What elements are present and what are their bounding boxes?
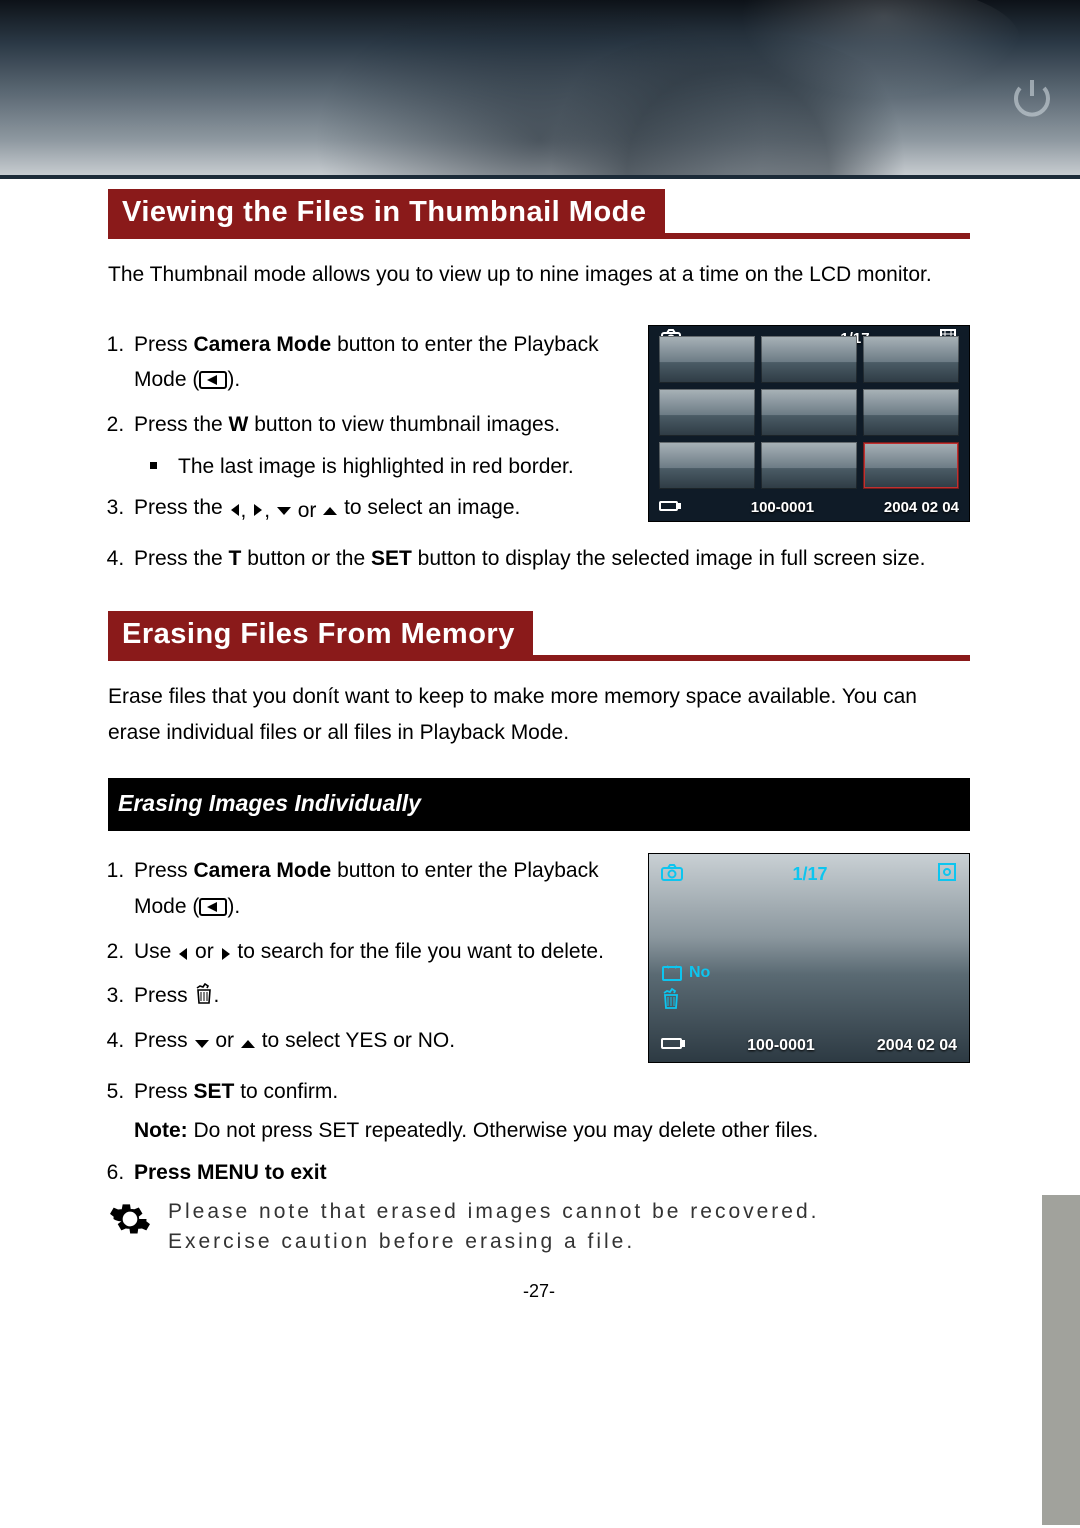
section-title: Erasing Files From Memory bbox=[108, 611, 533, 661]
arrow-right-icon bbox=[220, 937, 232, 973]
lcd-file-number: 100-0001 bbox=[751, 500, 814, 515]
step-1: Press Camera Mode button to enter the Pl… bbox=[130, 853, 612, 927]
lcd-date: 2004 02 04 bbox=[877, 1038, 957, 1054]
arrow-down-icon bbox=[276, 505, 292, 517]
selected-thumbnail bbox=[863, 442, 959, 489]
arrow-up-icon bbox=[240, 1026, 256, 1062]
caution-line1: Please note that erased images cannot be… bbox=[168, 1197, 819, 1227]
page-number: -27- bbox=[108, 1276, 970, 1307]
section-intro: The Thumbnail mode allows you to view up… bbox=[108, 257, 970, 293]
section-title: Viewing the Files in Thumbnail Mode bbox=[108, 189, 665, 239]
step-2: Press the W button to view thumbnail ima… bbox=[130, 407, 612, 484]
page: Viewing the Files in Thumbnail Mode The … bbox=[0, 0, 1080, 1306]
resolution-icon bbox=[937, 862, 957, 885]
gear-icon bbox=[108, 1197, 152, 1253]
step-5: Press SET to confirm. Note: Do not press… bbox=[130, 1074, 970, 1149]
arrow-up-icon bbox=[322, 505, 338, 517]
erase-lcd-figure: 1/17 No 100-0001 2004 02 04 bbox=[648, 853, 970, 1063]
arrow-icons: , , or bbox=[229, 493, 339, 529]
trash-icon bbox=[661, 988, 710, 1014]
section-heading: Erasing Files From Memory bbox=[108, 611, 970, 661]
caution-note: Please note that erased images cannot be… bbox=[108, 1197, 970, 1258]
erase-steps-list: Press Camera Mode button to enter the Pl… bbox=[130, 853, 612, 1061]
power-icon bbox=[1008, 74, 1056, 122]
delete-prompt: No bbox=[661, 964, 710, 982]
thumbnail-steps-list-cont: Press the T button or the SET button to … bbox=[130, 541, 970, 577]
camera-icon bbox=[661, 863, 683, 884]
playback-icon bbox=[199, 892, 227, 928]
step-2: Use or to search for the file you want t… bbox=[130, 934, 612, 973]
arrow-left-icon bbox=[229, 503, 241, 517]
page-header-banner bbox=[0, 0, 1080, 179]
step-1: Press Camera Mode button to enter the Pl… bbox=[130, 327, 612, 401]
thumbnail-steps-list: Press Camera Mode button to enter the Pl… bbox=[130, 327, 612, 529]
thumbnail-lcd-figure: 1/17 100-0001 2004 02 04 bbox=[648, 325, 970, 522]
step-6: Press MENU to exit bbox=[130, 1155, 970, 1191]
subheading: Erasing Images Individually bbox=[108, 778, 970, 831]
lcd-file-number: 100-0001 bbox=[747, 1038, 815, 1054]
note-label: Note: bbox=[134, 1119, 188, 1142]
arrow-down-icon bbox=[194, 1026, 210, 1062]
section-heading: Viewing the Files in Thumbnail Mode bbox=[108, 189, 970, 239]
note-text: Do not press SET repeatedly. Otherwise y… bbox=[188, 1119, 819, 1142]
no-label: No bbox=[689, 965, 710, 981]
arrow-right-icon bbox=[252, 503, 264, 517]
caution-line2: Exercise caution before erasing a file. bbox=[168, 1227, 819, 1257]
lcd-date: 2004 02 04 bbox=[884, 500, 959, 515]
lcd-counter: 1/17 bbox=[792, 865, 827, 883]
playback-icon bbox=[199, 365, 227, 401]
battery-icon bbox=[659, 500, 681, 515]
step-4: Press or to select YES or NO. bbox=[130, 1023, 612, 1062]
right-gutter bbox=[1042, 1195, 1080, 1525]
battery-icon bbox=[661, 1037, 685, 1054]
erase-steps-list-cont: Press SET to confirm. Note: Do not press… bbox=[130, 1074, 970, 1191]
trash-icon bbox=[194, 981, 214, 1017]
step-2-sub: The last image is highlighted in red bor… bbox=[156, 449, 612, 485]
delete-icon bbox=[661, 964, 683, 982]
section-intro: Erase files that you donít want to keep … bbox=[108, 679, 970, 750]
step-3: Press . bbox=[130, 978, 612, 1017]
arrow-left-icon bbox=[177, 937, 189, 973]
step-3: Press the , , or to select an image. bbox=[130, 490, 612, 529]
step-4: Press the T button or the SET button to … bbox=[130, 541, 970, 577]
